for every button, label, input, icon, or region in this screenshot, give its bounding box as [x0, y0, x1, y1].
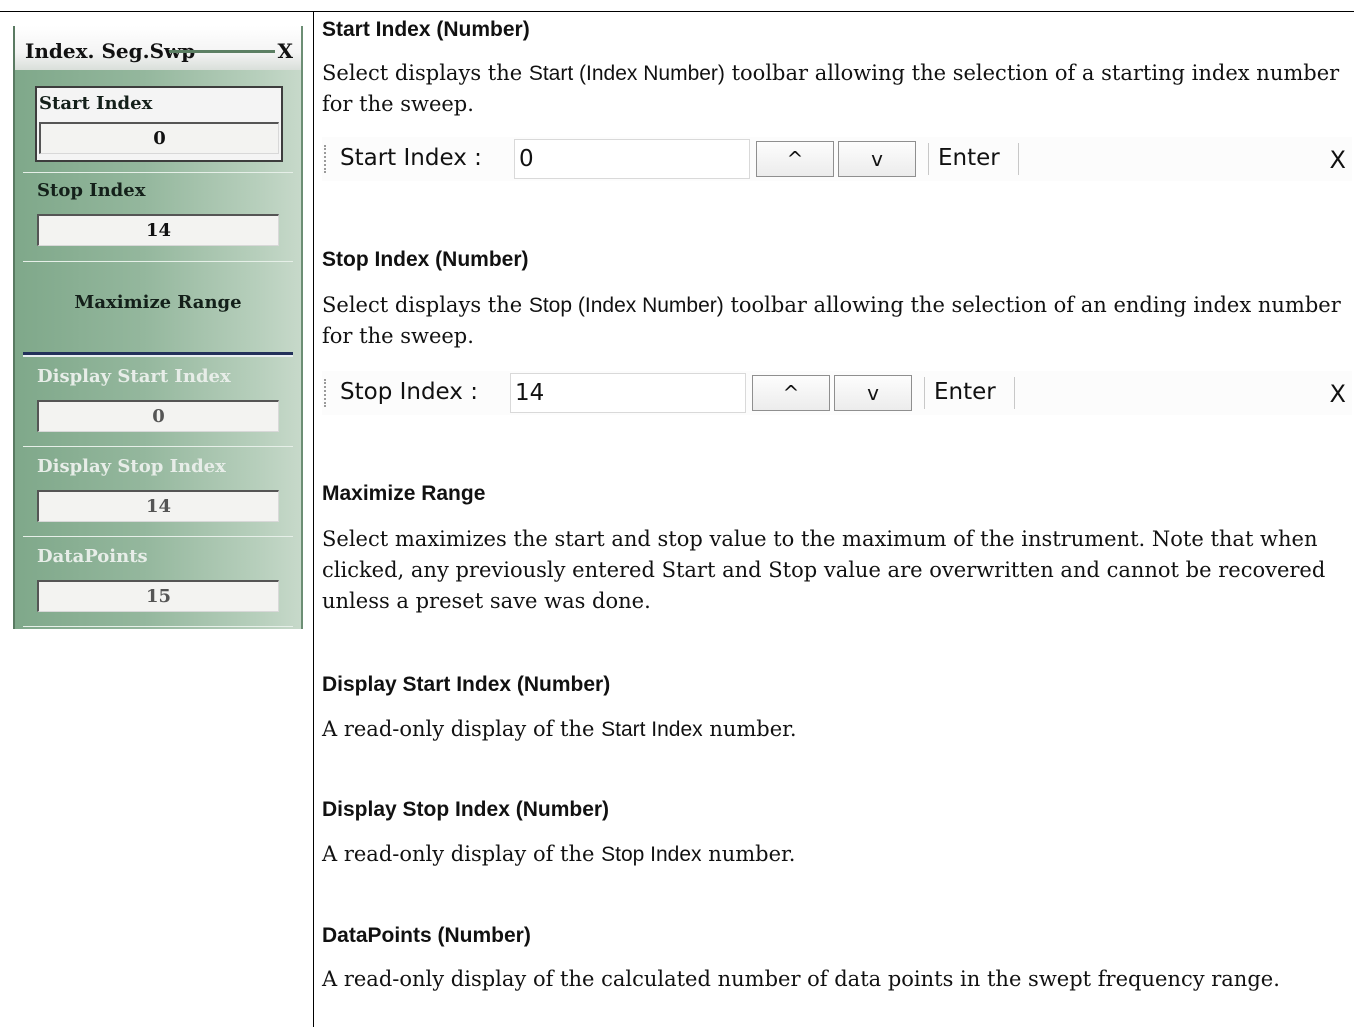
- separator: [23, 261, 293, 262]
- increment-button[interactable]: ^: [752, 375, 830, 411]
- enter-button[interactable]: Enter: [934, 379, 996, 405]
- start-index-button[interactable]: Start Index 0: [35, 86, 283, 162]
- display-start-index-value: 0: [37, 400, 279, 432]
- description-text: A read-only display of the: [322, 842, 602, 866]
- toolbar-divider: [928, 143, 929, 175]
- menu-close-button[interactable]: X: [277, 39, 293, 63]
- stop-index-label: Stop Index: [37, 180, 146, 201]
- start-index-input[interactable]: 0: [514, 139, 750, 179]
- separator: [23, 446, 293, 447]
- start-index-description: Select displays the Start (Index Number)…: [322, 58, 1342, 120]
- start-index-value: 0: [39, 122, 279, 154]
- datapoints-heading: DataPoints (Number): [322, 924, 531, 947]
- datapoints-value: 15: [37, 580, 279, 612]
- toolbar-grip[interactable]: [324, 145, 326, 173]
- stop-index-description: Select displays the Stop (Index Number) …: [322, 290, 1342, 352]
- enter-button[interactable]: Enter: [938, 145, 1000, 171]
- toolbar-label: Stop Index :: [340, 379, 478, 405]
- start-index-toolbar: Start Index : 0 ^ v Enter X: [322, 137, 1352, 181]
- toolbar-label: Start Index :: [340, 145, 482, 171]
- maximize-range-description: Select maximizes the start and stop valu…: [322, 527, 1326, 613]
- description-ui-term: Start (Index Number): [528, 62, 725, 85]
- top-rule: [0, 11, 1354, 12]
- display-start-index-description: A read-only display of the Start Index n…: [322, 714, 1342, 745]
- maximize-range-label: Maximize Range: [74, 292, 242, 313]
- maximize-range-heading: Maximize Range: [322, 482, 486, 505]
- increment-button[interactable]: ^: [756, 141, 834, 177]
- stop-index-toolbar: Stop Index : 14 ^ v Enter X: [322, 371, 1352, 415]
- separator: [23, 172, 293, 173]
- description-ui-term: Stop (Index Number): [528, 294, 724, 317]
- maximize-range-button[interactable]: Maximize Range: [15, 264, 301, 349]
- stop-index-value: 14: [37, 214, 279, 246]
- display-start-index-button: Display Start Index 0: [15, 360, 301, 446]
- index-seg-swp-menu: Index. Seg.Swp X Start Index 0 Stop Inde…: [13, 26, 303, 629]
- display-stop-index-button: Display Stop Index 14: [15, 450, 301, 536]
- stop-index-button[interactable]: Stop Index 14: [15, 176, 301, 260]
- title-rule: [169, 50, 275, 53]
- description-text: number.: [702, 717, 797, 741]
- display-stop-index-value: 14: [37, 490, 279, 522]
- description-text: A read-only display of the: [322, 717, 602, 741]
- toolbar-divider: [1014, 377, 1015, 409]
- display-start-index-label: Display Start Index: [37, 366, 231, 387]
- decrement-button[interactable]: v: [834, 375, 912, 411]
- start-index-label: Start Index: [39, 93, 153, 114]
- datapoints-label: DataPoints: [37, 546, 148, 567]
- toolbar-grip[interactable]: [324, 379, 326, 407]
- toolbar-divider: [1018, 143, 1019, 175]
- section-divider: [23, 352, 293, 357]
- decrement-button[interactable]: v: [838, 141, 916, 177]
- description-ui-term: Start Index: [601, 718, 703, 741]
- separator: [23, 626, 293, 627]
- column-divider: [313, 11, 314, 1027]
- menu-title-bar: Index. Seg.Swp X: [15, 26, 301, 70]
- display-stop-index-heading: Display Stop Index (Number): [322, 798, 610, 821]
- stop-index-heading: Stop Index (Number): [322, 248, 529, 271]
- toolbar-divider: [924, 377, 925, 409]
- toolbar-close-button[interactable]: X: [1330, 380, 1346, 408]
- stop-index-input[interactable]: 14: [510, 373, 746, 413]
- datapoints-button: DataPoints 15: [15, 540, 301, 626]
- description-text: Select displays the: [322, 61, 529, 85]
- display-stop-index-description: A read-only display of the Stop Index nu…: [322, 839, 1342, 870]
- description-ui-term: Stop Index: [601, 843, 702, 866]
- display-stop-index-label: Display Stop Index: [37, 456, 226, 477]
- toolbar-close-button[interactable]: X: [1330, 146, 1346, 174]
- display-start-index-heading: Display Start Index (Number): [322, 673, 611, 696]
- start-index-heading: Start Index (Number): [322, 18, 530, 41]
- description-text: number.: [701, 842, 796, 866]
- separator: [23, 536, 293, 537]
- description-text: Select displays the: [322, 293, 529, 317]
- datapoints-description: A read-only display of the calculated nu…: [322, 967, 1280, 991]
